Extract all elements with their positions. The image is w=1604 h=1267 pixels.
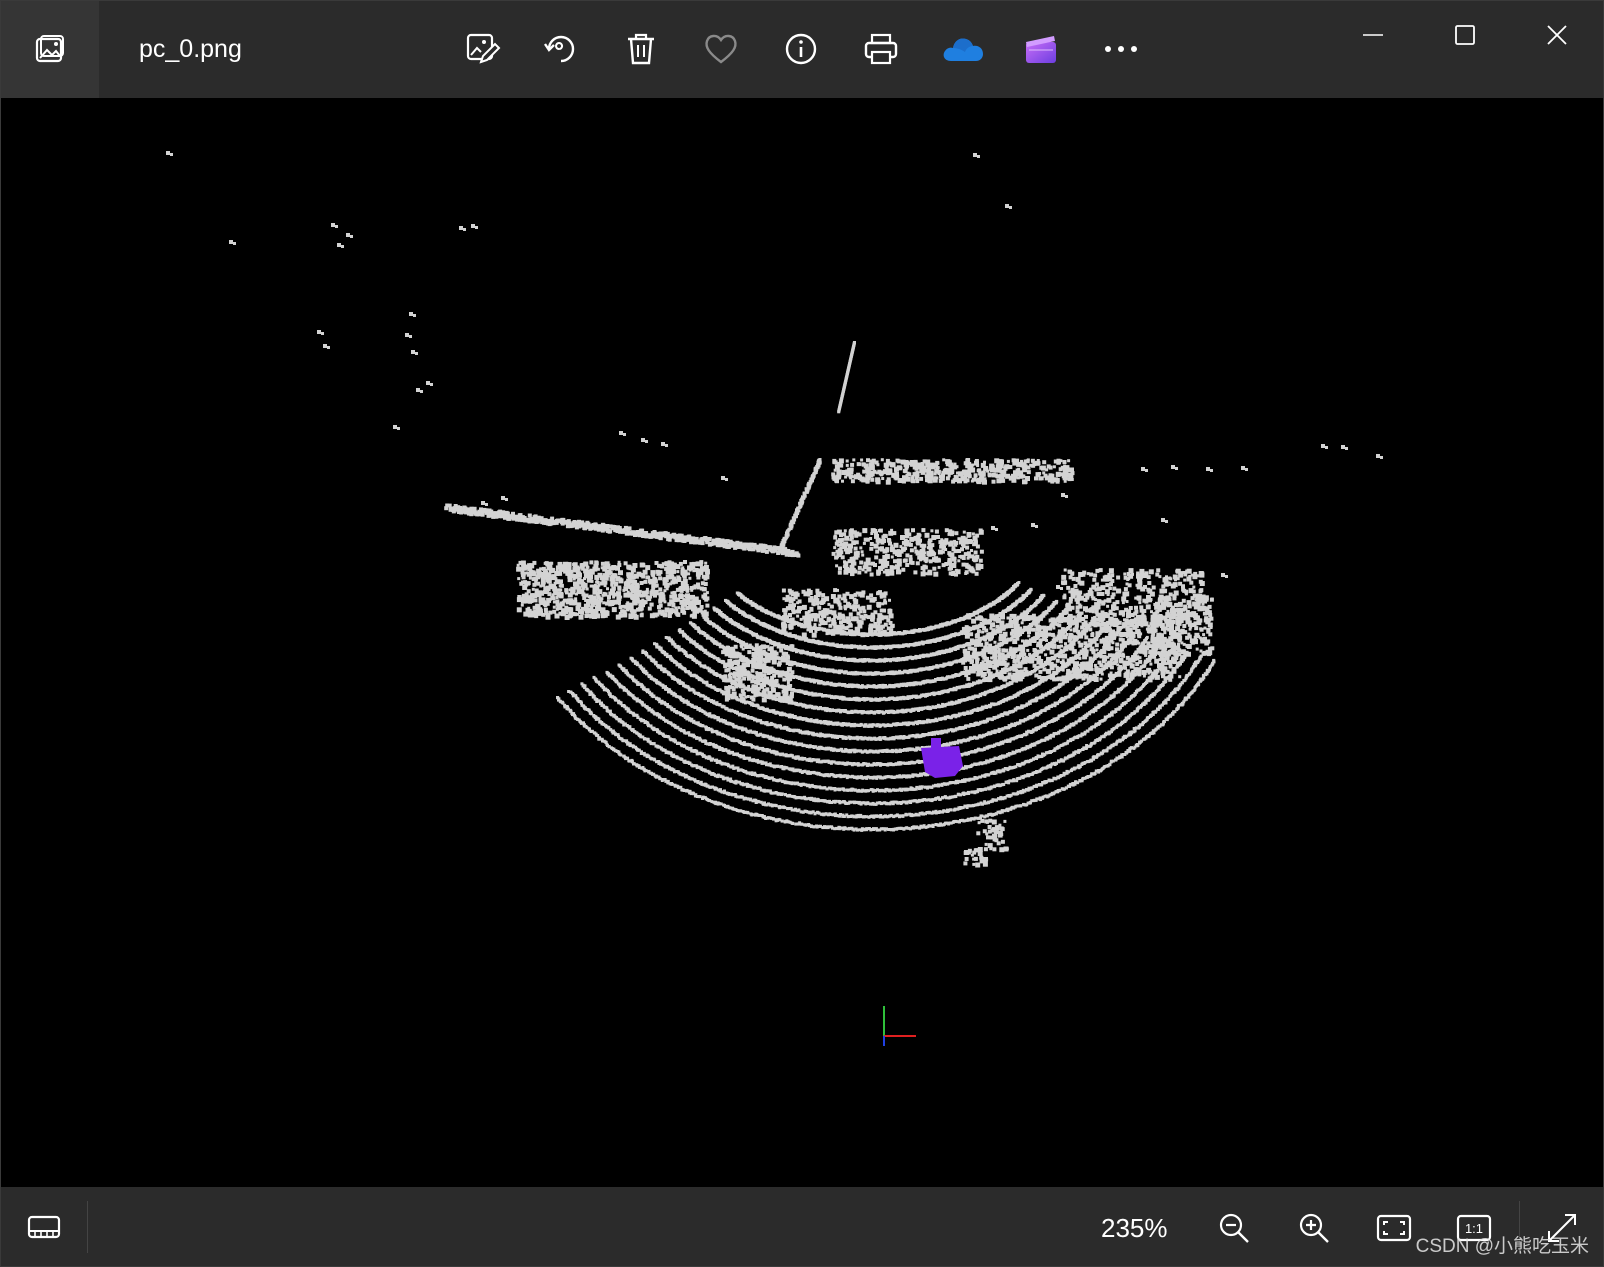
favorite-button[interactable]: [701, 29, 741, 69]
image-canvas[interactable]: [1, 98, 1603, 1187]
trash-icon: [628, 33, 654, 65]
delete-button[interactable]: [621, 29, 661, 69]
photos-window: pc_0.png 235% 1:1 CSDN @小熊吃玉米: [0, 0, 1604, 1267]
close-button[interactable]: [1527, 15, 1587, 55]
printer-icon: [864, 33, 898, 65]
point-cloud: [166, 151, 1383, 868]
close-icon: [1547, 25, 1567, 45]
print-button[interactable]: [861, 29, 901, 69]
file-info-button[interactable]: [781, 29, 821, 69]
maximize-button[interactable]: [1435, 15, 1495, 55]
filmstrip-toggle-button[interactable]: [23, 1207, 65, 1249]
zoom-out-button[interactable]: [1213, 1207, 1255, 1249]
fit-to-window-button[interactable]: [1373, 1207, 1415, 1249]
onedrive-cloud-icon: [943, 38, 983, 61]
watermark: CSDN @小熊吃玉米: [1415, 1236, 1589, 1257]
rotate-icon: [544, 35, 575, 63]
zoom-out-icon: [1219, 1213, 1249, 1243]
coordinate-axes-gizmo: [883, 1006, 916, 1046]
status-divider: [87, 1201, 88, 1253]
filmstrip-icon: [27, 1215, 61, 1239]
info-icon: [785, 33, 817, 65]
title-bar: pc_0.png: [1, 1, 1603, 98]
edit-image-icon: [466, 33, 501, 64]
minimize-button[interactable]: [1343, 15, 1403, 55]
maximize-icon: [1455, 25, 1475, 45]
point-cloud-image: [166, 151, 1383, 1046]
rotate-button[interactable]: [541, 29, 581, 69]
heart-icon: [705, 34, 737, 64]
fit-to-window-icon: [1376, 1214, 1412, 1242]
clipchamp-icon: [1026, 36, 1056, 63]
file-name: pc_0.png: [139, 35, 242, 63]
minimize-icon: [1363, 34, 1383, 36]
photos-app-icon: [35, 34, 64, 62]
clipchamp-button[interactable]: [1021, 29, 1061, 69]
photos-app-button[interactable]: [1, 1, 99, 98]
zoom-in-button[interactable]: [1293, 1207, 1335, 1249]
onedrive-button[interactable]: [941, 29, 985, 69]
more-dots-icon: [1105, 46, 1137, 52]
edit-image-button[interactable]: [463, 29, 503, 69]
status-bar: 235% 1:1 CSDN @小熊吃玉米: [1, 1187, 1603, 1266]
see-more-button[interactable]: [1101, 29, 1141, 69]
zoom-level: 235%: [1101, 1213, 1168, 1243]
zoom-in-icon: [1299, 1213, 1329, 1243]
